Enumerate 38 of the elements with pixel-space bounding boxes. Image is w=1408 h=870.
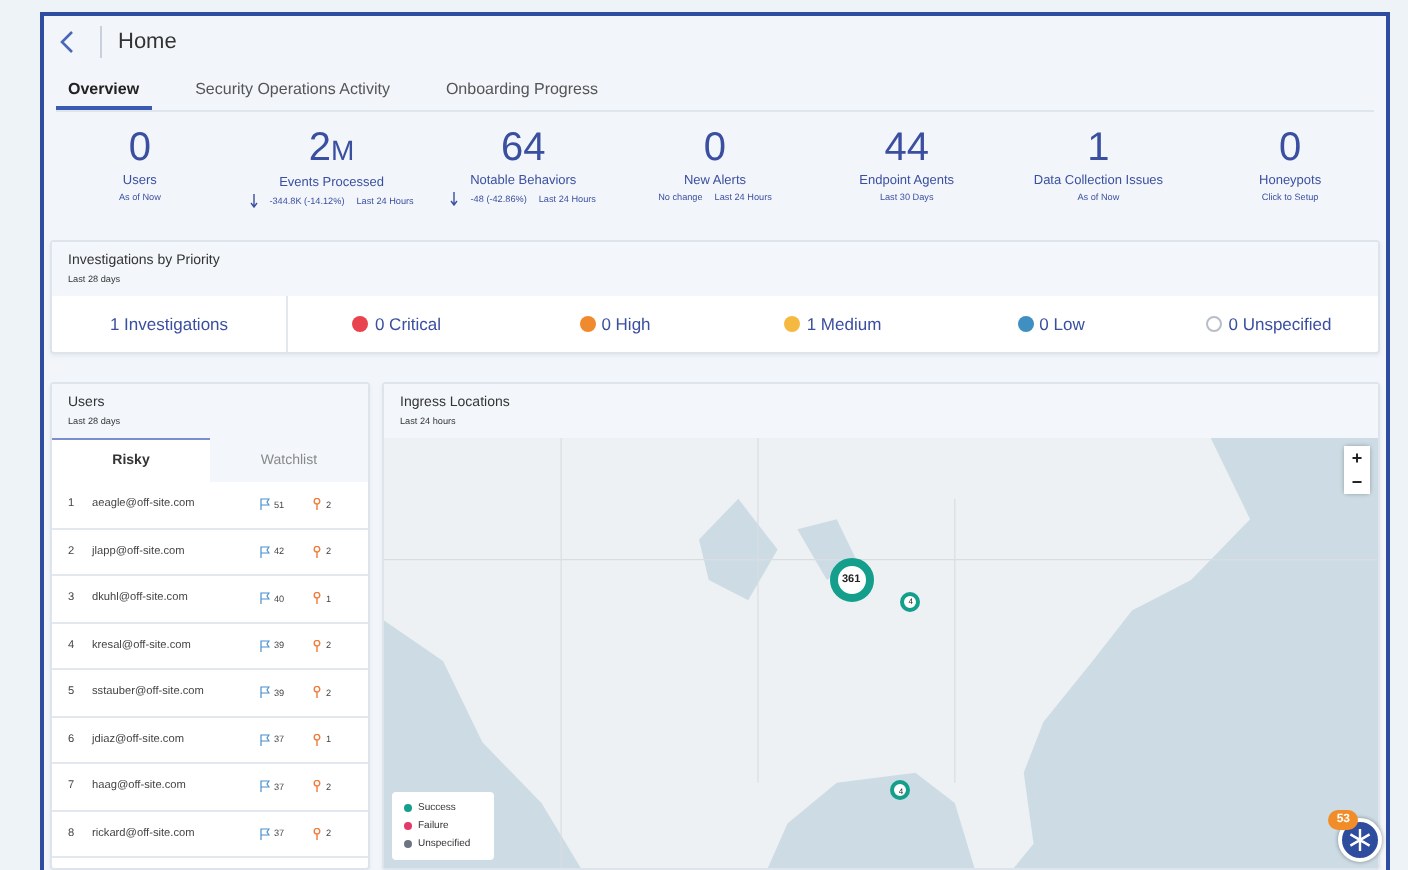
page-title: Home — [118, 30, 177, 54]
stat-value: 2M — [308, 124, 355, 174]
tab[interactable]: Onboarding Progress — [433, 74, 610, 110]
priority-count[interactable]: 1 Medium — [806, 314, 882, 334]
flag-icon — [260, 686, 270, 699]
tab[interactable]: Security Operations Activity — [183, 74, 402, 110]
pin-icon — [312, 498, 322, 511]
pin-icon — [312, 639, 322, 652]
priority-count[interactable]: 0 Low — [1039, 314, 1085, 334]
pin-icon — [312, 592, 322, 605]
priority-count[interactable]: 0 High — [601, 314, 651, 334]
flag-icon — [260, 827, 270, 840]
stat-value: 0 — [703, 124, 727, 172]
pin-icon — [312, 827, 322, 840]
flag-icon — [260, 592, 270, 605]
zoom-out-button[interactable]: − — [1344, 470, 1370, 494]
down-arrow-icon — [249, 194, 258, 208]
flag-icon — [260, 639, 270, 652]
stat-value: 0 — [1279, 124, 1302, 172]
down-arrow-icon — [450, 192, 459, 206]
priority-count[interactable]: 0 Critical — [374, 314, 442, 334]
pin-icon — [312, 733, 322, 746]
stat-value: 1 — [1087, 124, 1110, 172]
zoom-in-button[interactable]: + — [1344, 446, 1370, 470]
flag-icon — [260, 545, 270, 558]
priority-count[interactable]: 0 Unspecified — [1228, 314, 1332, 334]
stat-value: 0 — [128, 124, 151, 172]
stat-value: 64 — [501, 124, 546, 172]
pin-icon — [312, 686, 322, 699]
stat-value: 44 — [884, 124, 929, 172]
flag-icon — [260, 498, 270, 511]
pin-icon — [312, 780, 322, 793]
snowflake-icon — [1348, 828, 1372, 852]
investigations-link[interactable]: 1 Investigations — [52, 296, 288, 352]
pin-icon — [312, 545, 322, 558]
flag-icon — [260, 780, 270, 793]
flag-icon — [260, 733, 270, 746]
tab[interactable]: Overview — [56, 74, 152, 110]
